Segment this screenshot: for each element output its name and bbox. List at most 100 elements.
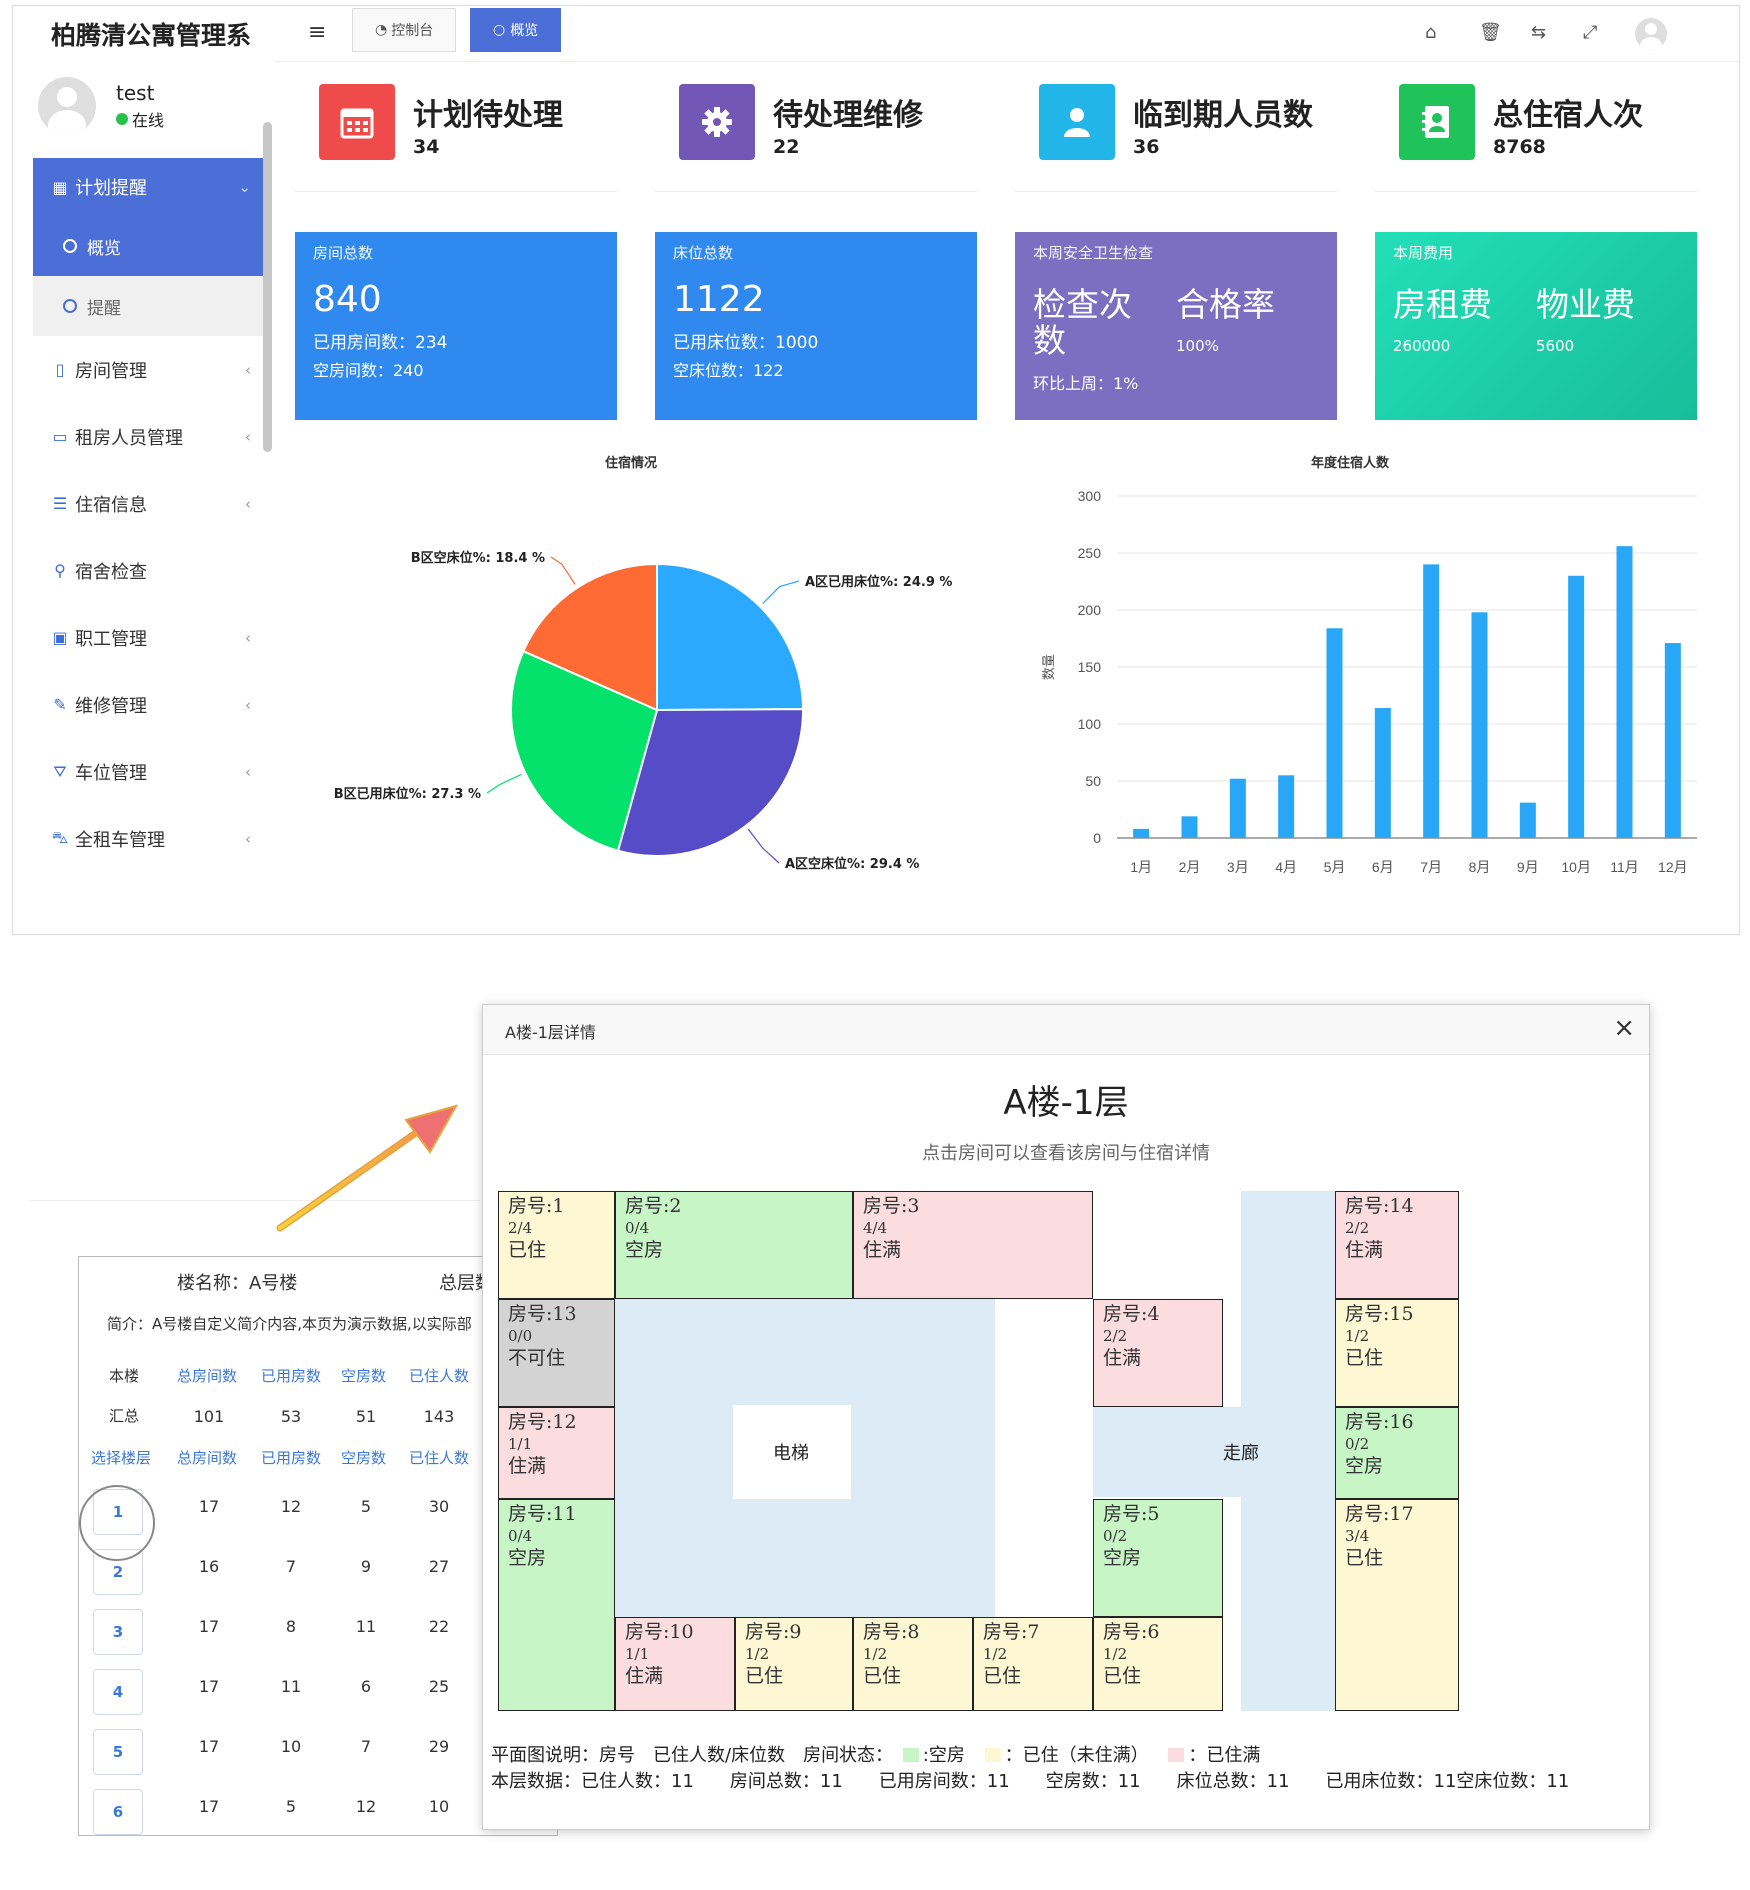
room-cell[interactable]: 房号:6 1/2 已住 xyxy=(1093,1617,1223,1711)
sidebar-subitem-label: 提醒 xyxy=(87,298,121,319)
floor-cell: 22 xyxy=(428,1617,450,1636)
pie-label-line xyxy=(762,580,800,605)
bar[interactable] xyxy=(1278,775,1295,838)
room-cell[interactable]: 房号:10 1/1 住满 xyxy=(615,1617,735,1711)
sidebar-subitem-overview[interactable]: 概览 xyxy=(33,216,263,276)
room-number: 房号:11 xyxy=(508,1503,577,1525)
building-name: 楼名称：A号楼 xyxy=(177,1273,298,1294)
stat-value: 34 xyxy=(413,136,440,158)
bar[interactable] xyxy=(1326,628,1343,838)
floor-button[interactable]: 6 xyxy=(93,1789,143,1835)
sidebar-item-dorm-check[interactable]: ⚲ 宿舍检查 xyxy=(13,537,263,604)
close-icon[interactable]: × xyxy=(1613,1013,1635,1043)
sidebar-subitem-reminder[interactable]: 提醒 xyxy=(33,276,263,336)
card-check-count-label: 检查次数 xyxy=(1033,285,1132,360)
room-cell[interactable]: 房号:15 1/2 已住 xyxy=(1335,1299,1459,1407)
translate-icon[interactable]: ⇆ xyxy=(1531,22,1546,43)
home-icon[interactable]: ⌂ xyxy=(1425,22,1436,43)
bar[interactable] xyxy=(1519,802,1536,838)
bar[interactable] xyxy=(1423,564,1440,838)
room-cell[interactable]: 房号:11 0/4 空房 xyxy=(498,1499,615,1711)
floor-cell: 29 xyxy=(428,1737,450,1756)
room-occupancy: 0/0 xyxy=(508,1326,533,1345)
bar[interactable] xyxy=(1181,816,1198,838)
card-room-total: 房间总数 840 已用房间数：234 空房间数：240 xyxy=(295,232,617,420)
room-cell[interactable]: 房号:16 0/2 空房 xyxy=(1335,1407,1459,1499)
room-status: 已住 xyxy=(863,1665,902,1688)
room-status: 已住 xyxy=(1345,1347,1384,1370)
user-avatar xyxy=(38,77,96,135)
room-cell[interactable]: 房号:17 3/4 已住 xyxy=(1335,1499,1459,1711)
sidebar-item-label: 房间管理 xyxy=(75,360,147,382)
pie-chart: A区已用床位%: 24.9 % A区空床位%: 29.4 % B区已用床位%: 27… xyxy=(334,550,953,872)
chevron-left-icon: ‹ xyxy=(245,494,251,513)
sidebar-item-staff[interactable]: ▣ 职工管理 ‹ xyxy=(13,604,263,671)
bar[interactable] xyxy=(1664,643,1681,838)
room-occupancy: 1/2 xyxy=(745,1644,770,1663)
x-tick-label: 12月 xyxy=(1658,859,1688,875)
room-cell[interactable]: 房号:4 2/2 住满 xyxy=(1093,1299,1223,1407)
x-tick-label: 6月 xyxy=(1372,859,1394,875)
x-tick-label: 2月 xyxy=(1179,859,1201,875)
sidebar-submenu: 概览 提醒 xyxy=(33,216,263,336)
legend-swatch-full xyxy=(1168,1748,1185,1762)
room-cell[interactable]: 房号:9 1/2 已住 xyxy=(735,1617,853,1711)
floor-button[interactable]: 3 xyxy=(93,1609,143,1655)
y-tick-label: 200 xyxy=(1078,602,1102,618)
user-avatar-icon[interactable] xyxy=(1635,18,1667,50)
bar[interactable] xyxy=(1471,612,1488,838)
x-tick-label: 5月 xyxy=(1324,859,1346,875)
room-cell[interactable]: 房号:3 4/4 住满 xyxy=(853,1191,1093,1299)
room-number: 房号:16 xyxy=(1345,1411,1414,1433)
pointer-arrow-icon xyxy=(276,1104,459,1232)
sidebar-item-label: 租房人员管理 xyxy=(75,427,183,449)
trash-icon[interactable]: 🗑 xyxy=(1479,22,1502,43)
floor-cell: 5 xyxy=(285,1797,297,1816)
sidebar-item-lodging[interactable]: ☰ 住宿信息 ‹ xyxy=(13,470,263,537)
room-cell[interactable]: 房号:1 2/4 已住 xyxy=(498,1191,615,1299)
sidebar-item-rental-car[interactable]: ⛍ 全租车管理 ‹ xyxy=(13,805,263,872)
sidebar-item-parking[interactable]: ⛛ 车位管理 ‹ xyxy=(13,738,263,805)
card-used: 已用床位数：1000 xyxy=(673,333,819,353)
bar-chart: 0 50 100 150 200 250 300 数量 1月 2月 3月 4月 5月 6月 7月 8月 9月 10… xyxy=(1042,488,1697,875)
room-cell[interactable]: 房号:7 1/2 已住 xyxy=(973,1617,1093,1711)
x-tick-label: 4月 xyxy=(1275,859,1297,875)
bar[interactable] xyxy=(1616,546,1633,838)
sidebar-item-tenants[interactable]: ▭ 租房人员管理 ‹ xyxy=(13,403,263,470)
sidebar-item-rooms[interactable]: ▯ 房间管理 ‹ xyxy=(13,336,263,403)
room-occupancy: 2/4 xyxy=(508,1218,533,1237)
bar[interactable] xyxy=(1374,708,1391,838)
card-used: 已用房间数：234 xyxy=(313,333,448,353)
floor-button[interactable]: 4 xyxy=(93,1669,143,1715)
room-cell[interactable]: 房号:12 1/1 住满 xyxy=(498,1407,615,1499)
sidebar-item-repair[interactable]: ✎ 维修管理 ‹ xyxy=(13,671,263,738)
room-status: 住满 xyxy=(508,1455,547,1478)
fullscreen-icon[interactable]: ⤢ xyxy=(1583,22,1597,43)
room-cell[interactable]: 房号:8 1/2 已住 xyxy=(853,1617,973,1711)
room-cell[interactable]: 房号:2 0/4 空房 xyxy=(615,1191,853,1299)
room-status: 住满 xyxy=(863,1239,902,1262)
bar[interactable] xyxy=(1229,778,1246,838)
sidebar-scrollbar[interactable] xyxy=(263,122,272,452)
pie-label: B区已用床位%: 27.3 % xyxy=(334,786,481,802)
tab-overview[interactable]: ○ 概览 xyxy=(470,8,562,52)
floor-cell: 11 xyxy=(280,1677,302,1696)
stat-title: 待处理维修 xyxy=(773,98,923,133)
room-cell[interactable]: 房号:13 0/0 不可住 xyxy=(498,1299,615,1407)
room-cell[interactable]: 房号:5 0/2 空房 xyxy=(1093,1499,1223,1617)
y-tick-label: 100 xyxy=(1078,716,1102,732)
bar[interactable] xyxy=(1568,575,1585,838)
col-header: 空房数 xyxy=(341,1449,387,1467)
bar[interactable] xyxy=(1133,828,1150,838)
sidebar-item-plan-reminder[interactable]: ▦ 计划提醒 ⌄ xyxy=(33,158,263,216)
tab-label: 概览 xyxy=(510,23,539,39)
floor-cell: 10 xyxy=(280,1737,302,1756)
bar-chart-title: 年度住宿人数 xyxy=(1311,456,1390,471)
room-cell[interactable]: 房号:14 2/2 住满 xyxy=(1335,1191,1459,1299)
room-status: 住满 xyxy=(1345,1239,1384,1262)
floor-button[interactable]: 5 xyxy=(93,1729,143,1775)
room-status: 已住 xyxy=(745,1665,784,1688)
tab-console[interactable]: ◔ 控制台 xyxy=(352,8,457,52)
search-icon: ⚲ xyxy=(54,561,66,580)
hamburger-menu-icon[interactable]: ≡ xyxy=(308,20,326,45)
